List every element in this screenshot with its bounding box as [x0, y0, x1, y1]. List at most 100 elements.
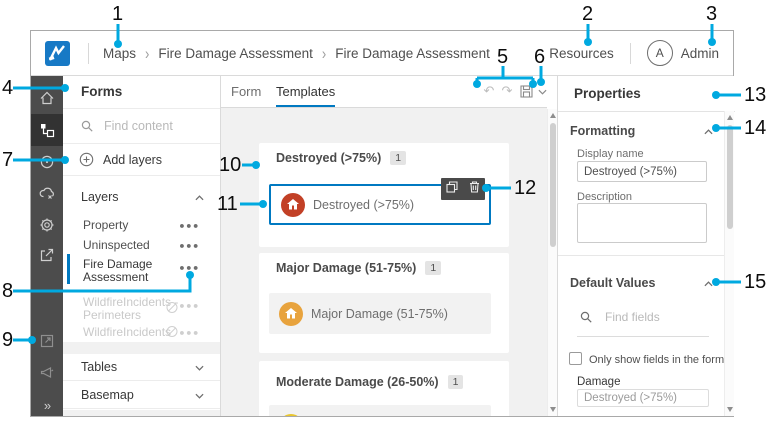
callout-11: 11 [217, 193, 238, 215]
forms-panel-title: Forms [81, 84, 123, 99]
chevron-up-icon [195, 190, 204, 204]
sidebar-item-forms[interactable] [31, 114, 63, 146]
checkbox-label: Only show fields in the form [589, 354, 725, 366]
duplicate-icon[interactable] [446, 180, 458, 198]
share-icon [40, 248, 54, 262]
add-layers-label: Add layers [103, 152, 163, 167]
forms-icon [41, 124, 55, 138]
callout-9: 9 [2, 329, 14, 351]
field-maps-logo[interactable] [45, 41, 70, 66]
layers-section-header[interactable]: Layers [63, 184, 220, 210]
layer-row-wildfire-incidents[interactable]: WildfireIncidents ●●● [63, 325, 220, 340]
chevron-up-icon [704, 122, 713, 140]
sidebar-item-share[interactable] [31, 239, 63, 271]
find-fields-search[interactable]: Find fields [580, 310, 660, 324]
group-count-badge: 1 [390, 151, 407, 165]
group-title: Moderate Damage (26-50%) [276, 375, 439, 389]
nav-sidebar: » [31, 76, 63, 416]
sidebar-item-offline[interactable] [31, 177, 63, 209]
callout-1: 1 [112, 3, 124, 25]
chevron-right-icon: › [321, 43, 327, 63]
sidebar-item-settings[interactable] [31, 209, 63, 241]
search-icon [580, 311, 592, 323]
layer-row-property[interactable]: Property ●●● [63, 219, 220, 232]
forms-panel: Forms Find content Add layers Layers Pro… [63, 76, 221, 416]
group-title: Destroyed (>75%) [276, 151, 382, 165]
callout-15: 15 [744, 271, 767, 293]
callout-13: 13 [744, 84, 767, 106]
layer-row-wildfire-perimeters[interactable]: WildfireIncidents - Perimeters ●●● [63, 296, 220, 322]
editor-tabbar: Form Templates ↶ ↷ [221, 76, 547, 108]
breadcrumb: Maps › Fire Damage Assessment › Fire Dam… [103, 31, 490, 75]
delete-icon[interactable] [469, 180, 480, 198]
sidebar-item-map-areas[interactable] [31, 146, 63, 178]
callout-3: 3 [706, 3, 718, 25]
callout-10: 10 [219, 154, 242, 176]
redo-icon[interactable]: ↷ [499, 76, 515, 107]
callout-6: 6 [534, 46, 546, 68]
layer-row-fire-damage-assessment[interactable]: Fire Damage Assessment ●●● [63, 258, 220, 284]
header-divider [88, 43, 89, 64]
find-content-search[interactable]: Find content [63, 109, 220, 144]
basemap-section-header[interactable]: Basemap [63, 382, 220, 409]
template-card-major[interactable]: Major Damage (51-75%) [269, 293, 491, 334]
template-group-major: Major Damage (51-75%) 1 Major Damage (51… [259, 253, 509, 353]
template-group-moderate: Moderate Damage (26-50%) 1 Moderate Dama… [259, 361, 509, 416]
properties-panel: Properties Formatting Display name Descr… [557, 76, 735, 416]
not-allowed-icon [166, 302, 178, 317]
search-placeholder: Find content [104, 119, 173, 133]
ellipsis-icon[interactable]: ●●● [179, 300, 200, 313]
plus-circle-icon [79, 152, 94, 167]
default-values-section-header[interactable]: Default Values [570, 274, 713, 292]
offline-cloud-icon [39, 187, 54, 199]
chevron-down-icon [195, 388, 204, 402]
template-symbol-moderate [279, 413, 303, 416]
add-layers-button[interactable]: Add layers [63, 144, 220, 176]
ellipsis-icon[interactable]: ●●● [179, 239, 200, 252]
formatting-section-header[interactable]: Formatting [570, 122, 713, 140]
properties-title: Properties [574, 86, 641, 101]
search-icon [81, 120, 93, 132]
properties-scrollbar[interactable] [724, 111, 734, 416]
tab-templates[interactable]: Templates [276, 76, 336, 107]
user-menu-admin[interactable]: Admin [681, 46, 719, 61]
annotated-screenshot: Maps › Fire Damage Assessment › Fire Dam… [0, 0, 773, 423]
avatar[interactable]: A [646, 40, 673, 66]
chevron-down-icon[interactable] [534, 76, 550, 107]
sidebar-item-home[interactable] [31, 82, 63, 114]
template-symbol-destroyed [281, 192, 305, 217]
tab-form[interactable]: Form [231, 76, 261, 107]
sidebar-item-feedback[interactable] [31, 357, 63, 389]
breadcrumb-item-maps[interactable]: Maps [103, 46, 136, 61]
ellipsis-icon[interactable]: ●●● [179, 262, 200, 275]
only-show-fields-checkbox[interactable] [569, 352, 582, 365]
display-name-input[interactable] [577, 161, 707, 182]
divider [577, 336, 709, 337]
breadcrumb-item-map[interactable]: Fire Damage Assessment [158, 46, 313, 61]
tables-section-header[interactable]: Tables [63, 354, 220, 381]
sidebar-item-expand[interactable]: » [31, 389, 63, 421]
save-icon[interactable] [518, 76, 534, 107]
damage-value-input[interactable] [577, 389, 709, 407]
chevron-up-icon [704, 274, 713, 292]
header-right: Resources A Admin [549, 31, 733, 75]
ellipsis-icon[interactable]: ●●● [179, 326, 200, 339]
undo-icon[interactable]: ↶ [481, 76, 497, 107]
description-label: Description [577, 191, 633, 203]
template-symbol-major [279, 301, 303, 326]
callout-4: 4 [2, 77, 14, 99]
callout-7: 7 [2, 149, 14, 171]
layer-row-uninspected[interactable]: Uninspected ●●● [63, 239, 220, 252]
sidebar-item-open-in-new[interactable] [31, 325, 63, 357]
app-window: Maps › Fire Damage Assessment › Fire Dam… [30, 30, 735, 417]
ellipsis-icon[interactable]: ●●● [179, 219, 200, 232]
templates-scrollbar[interactable] [547, 109, 557, 416]
not-allowed-icon [166, 325, 178, 340]
resources-link[interactable]: Resources [549, 46, 614, 61]
breadcrumb-item-form: Fire Damage Assessment [335, 45, 490, 61]
feedback-megaphone-icon [40, 367, 54, 378]
editor-panel: Form Templates ↶ ↷ Destroyed (>75%) 1 De… [221, 76, 547, 416]
callout-12: 12 [514, 177, 537, 199]
template-card-moderate[interactable]: Moderate Damage (26-50%) [269, 405, 491, 416]
description-input[interactable] [577, 203, 707, 243]
